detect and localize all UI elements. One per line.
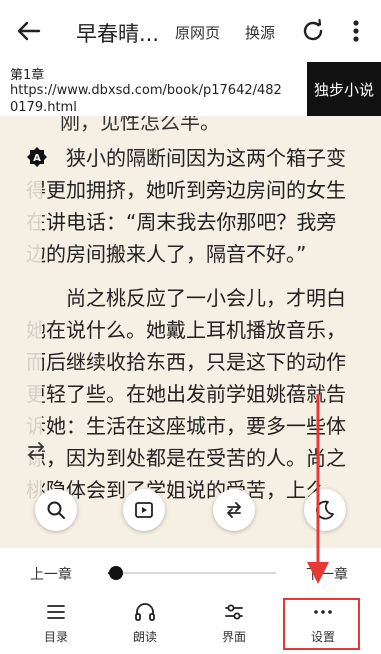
chapter-url[interactable]: https://www.dbxsd.com/book/p17642/482017… xyxy=(10,82,290,116)
chapter-progress-knob[interactable] xyxy=(109,566,123,580)
change-source-button[interactable]: 换源 xyxy=(245,22,275,43)
nav-read-aloud-label: 朗读 xyxy=(132,630,157,644)
nav-interface-label: 界面 xyxy=(221,630,246,644)
source-badge[interactable]: 独步小说 xyxy=(307,62,381,116)
chapter-info: 第1章 https://www.dbxsd.com/book/p17642/48… xyxy=(0,62,307,118)
previous-text-line: 刚，见性怎么半。 xyxy=(60,116,220,134)
headphones-icon xyxy=(135,603,155,621)
auto-theme-icon[interactable]: A xyxy=(26,146,48,168)
svg-text:A: A xyxy=(33,153,41,164)
nav-catalog[interactable]: 目录 xyxy=(16,596,96,650)
nav-read-aloud[interactable]: 朗读 xyxy=(105,596,185,650)
replace-rule-button[interactable] xyxy=(213,489,255,531)
paragraph-1: 狭小的隔断间因为这两个箱子变得更加拥挤，她听到旁边房间的女生在讲电话：“周末我去… xyxy=(26,146,346,266)
auto-page-button[interactable] xyxy=(123,489,165,531)
top-app-bar: 早春晴... 原网页 换源 xyxy=(0,0,381,62)
list-icon xyxy=(47,605,65,619)
previous-chapter-button[interactable]: 上一章 xyxy=(30,564,72,584)
sliders-icon xyxy=(225,604,243,620)
red-arrow-annotation xyxy=(307,394,329,584)
search-icon xyxy=(47,501,65,519)
chapter-name: 第1章 xyxy=(10,68,45,83)
search-button[interactable] xyxy=(35,489,77,531)
nav-catalog-label: 目录 xyxy=(43,630,68,644)
swap-horizontal-icon[interactable] xyxy=(26,440,46,462)
book-title: 早春晴... xyxy=(76,22,160,46)
nav-interface[interactable]: 界面 xyxy=(194,596,274,650)
play-box-icon xyxy=(135,502,153,518)
swap-icon xyxy=(227,502,241,518)
original-page-button[interactable]: 原网页 xyxy=(175,22,220,43)
chapter-progress-track[interactable] xyxy=(108,572,276,574)
back-arrow-icon[interactable] xyxy=(14,16,44,46)
more-vertical-icon[interactable] xyxy=(346,16,366,46)
settings-highlight-box xyxy=(283,598,360,650)
side-panel-overlay xyxy=(18,156,42,548)
refresh-icon[interactable] xyxy=(300,18,326,44)
